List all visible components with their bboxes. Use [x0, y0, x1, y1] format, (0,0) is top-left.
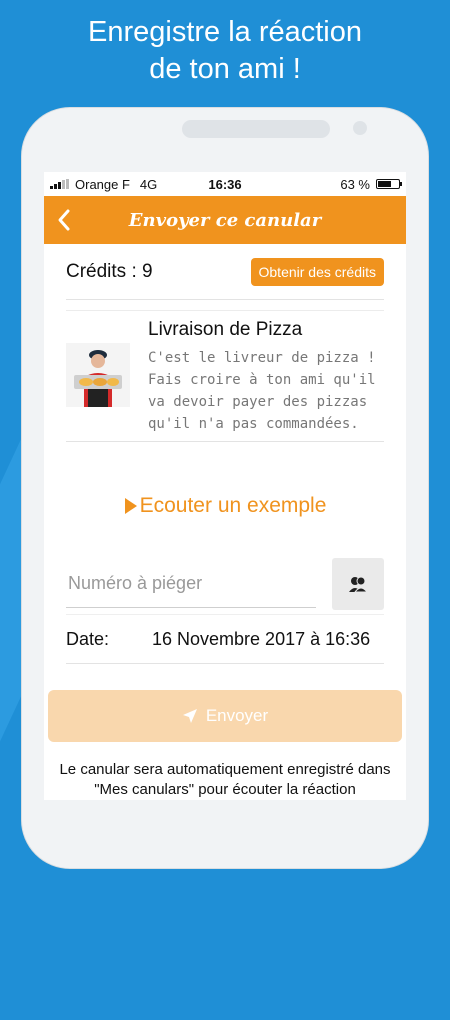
page-title: Envoyer ce canular [128, 209, 322, 231]
target-number-row [66, 558, 384, 610]
listen-example-label: Ecouter un exemple [139, 494, 327, 517]
headline-line-1: Enregistre la réaction [87, 16, 363, 48]
send-button-label: Envoyer [205, 706, 269, 725]
phone-camera [353, 121, 367, 135]
listen-example-link[interactable]: Ecouter un exemple [44, 494, 406, 518]
phone-speaker [182, 120, 330, 138]
network-type: 4G [139, 176, 158, 192]
credits-row: Crédits : 9 Obtenir des crédits [66, 244, 384, 300]
carrier-name: Orange F [75, 176, 130, 192]
date-row[interactable]: Date: 16 Novembre 2017 à 16:36 [66, 614, 384, 664]
pizza-delivery-man-image [66, 343, 130, 407]
app-screen: Orange F 4G 16:36 63 % Envoyer ce canula… [44, 172, 406, 800]
play-icon [124, 498, 137, 514]
promo-headline: Enregistre la réaction de ton ami ! [0, 14, 450, 88]
chevron-left-icon [58, 209, 70, 231]
app-header: Envoyer ce canular [44, 196, 406, 244]
contacts-button[interactable] [332, 558, 384, 610]
prank-title: Livraison de Pizza [148, 319, 303, 340]
headline-line-2: de ton ami ! [149, 53, 301, 85]
get-credits-button[interactable]: Obtenir des crédits [250, 257, 384, 286]
battery-percent: 63 % [340, 176, 370, 192]
battery-icon [376, 179, 402, 189]
prank-card: Livraison de Pizza C'est le livreur de p… [66, 310, 384, 442]
status-bar: Orange F 4G 16:36 63 % [44, 172, 406, 196]
signal-icon [50, 179, 69, 189]
send-button[interactable]: Envoyer [48, 690, 402, 742]
prank-description: C'est le livreur de pizza ! Fais croire … [148, 350, 376, 432]
send-icon [182, 709, 197, 723]
date-value: 16 Novembre 2017 à 16:36 [152, 628, 371, 649]
date-label: Date: [66, 628, 110, 649]
credits-count: Crédits : 9 [66, 260, 153, 282]
target-number-input[interactable] [66, 560, 316, 608]
contacts-icon [349, 576, 368, 593]
recording-note: Le canular sera automatiquement enregist… [59, 761, 391, 798]
back-button[interactable] [44, 196, 84, 244]
